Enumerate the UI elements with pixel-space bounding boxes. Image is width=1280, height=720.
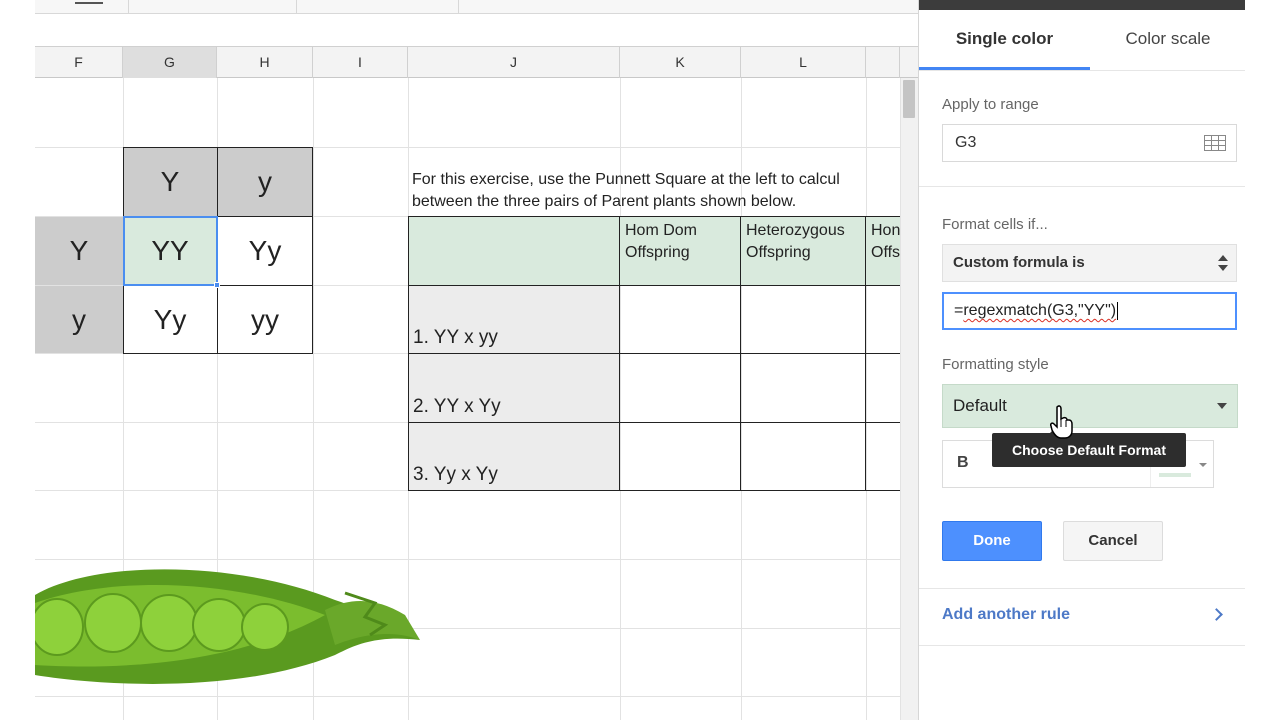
vertical-scrollbar[interactable]: [900, 78, 918, 720]
spreadsheet-grid[interactable]: F G H I J K L Y y Y y YY Yy Yy yy For th…: [35, 0, 918, 720]
punnett-cell[interactable]: yy: [217, 286, 313, 353]
fill-handle[interactable]: [214, 282, 220, 288]
border: [123, 147, 313, 148]
instructions-line-2: between the three pairs of Parent plants…: [412, 193, 797, 210]
dropdown-arrow-icon: [1217, 403, 1227, 409]
table-row-label[interactable]: 2. YY x Yy: [408, 354, 620, 422]
column-header-g[interactable]: G: [123, 47, 217, 78]
formula-text: regexmatch(G3,"YY"): [963, 302, 1117, 319]
scrollbar-thumb[interactable]: [903, 80, 915, 118]
divider: [919, 588, 1246, 589]
tab-color-scale[interactable]: Color scale: [1090, 10, 1246, 70]
bold-button[interactable]: B: [957, 454, 969, 472]
cell-selection-box: [123, 216, 218, 286]
toolbar-segment: [35, 0, 129, 13]
chevron-right-icon[interactable]: [1210, 608, 1223, 621]
done-button[interactable]: Done: [942, 521, 1042, 561]
table-header-hom-rec[interactable]: Hon Offs: [866, 217, 900, 285]
conditional-format-panel: Single color Color scale Apply to range …: [918, 0, 1246, 720]
table-row-label[interactable]: 1. YY x yy: [408, 286, 620, 353]
toolbar-segment: [129, 0, 297, 13]
add-another-rule-link[interactable]: Add another rule: [942, 606, 1070, 624]
table-header-hom-dom[interactable]: Hom Dom Offspring: [620, 217, 741, 285]
punnett-top-allele[interactable]: y: [217, 148, 313, 216]
table-header-heterozygous[interactable]: Heterozygous Offspring: [741, 217, 866, 285]
punnett-cell[interactable]: Yy: [217, 217, 313, 285]
updown-icon: [1218, 254, 1228, 272]
fill-color-swatch: [1159, 473, 1191, 477]
punnett-left-allele[interactable]: Y: [35, 217, 123, 285]
column-headers: F G H I J K L: [35, 46, 918, 78]
border: [312, 147, 313, 354]
table-corner-cell[interactable]: [408, 217, 620, 285]
border: [740, 216, 741, 491]
gridline: [866, 78, 867, 720]
punnett-left-allele[interactable]: y: [35, 286, 123, 353]
border: [408, 422, 900, 423]
border: [408, 216, 900, 217]
header-line: Offs: [871, 244, 900, 261]
column-header-i[interactable]: I: [313, 47, 408, 78]
range-value: G3: [955, 134, 977, 151]
exercise-instructions: For this exercise, use the Punnett Squar…: [412, 169, 840, 213]
column-header-m[interactable]: [866, 47, 900, 78]
header-line: Heterozygous: [746, 222, 845, 239]
dropdown-arrow-icon: [1199, 463, 1207, 467]
punnett-top-allele[interactable]: Y: [123, 148, 217, 216]
divider: [919, 645, 1246, 646]
window-margin: [1245, 0, 1280, 720]
header-line: Offspring: [625, 244, 690, 261]
formula-prefix: =: [954, 302, 964, 319]
punnett-cell[interactable]: Yy: [123, 286, 217, 353]
formatting-style-label: Formatting style: [942, 356, 1049, 373]
header-line: Hon: [871, 222, 900, 239]
panel-title-bar: [919, 0, 1246, 10]
column-header-h[interactable]: H: [217, 47, 313, 78]
table-row-label[interactable]: 3. Yy x Yy: [408, 423, 620, 490]
format-cells-if-label: Format cells if...: [942, 216, 1048, 233]
border: [619, 216, 620, 491]
border: [408, 216, 409, 491]
toolbar-segment: [297, 0, 459, 13]
pea-pod-image: [35, 569, 420, 684]
cancel-button[interactable]: Cancel: [1063, 521, 1163, 561]
tab-single-color[interactable]: Single color: [919, 10, 1090, 70]
gridline: [35, 696, 900, 697]
text-caret: [1117, 301, 1119, 320]
column-header-j[interactable]: J: [408, 47, 620, 78]
header-line: Hom Dom: [625, 222, 698, 239]
custom-formula-input[interactable]: =regexmatch(G3,"YY"): [942, 292, 1237, 330]
column-header-k[interactable]: K: [620, 47, 741, 78]
border: [408, 285, 900, 286]
tooltip: Choose Default Format: [992, 433, 1186, 467]
border: [408, 353, 900, 354]
style-value: Default: [953, 396, 1007, 415]
condition-select[interactable]: Custom formula is: [942, 244, 1237, 282]
column-header-l[interactable]: L: [741, 47, 866, 78]
formatting-style-select[interactable]: Default: [942, 384, 1238, 428]
grid-range-icon[interactable]: [1204, 135, 1226, 151]
hand-cursor-icon: [1050, 405, 1073, 439]
apply-to-range-label: Apply to range: [942, 96, 1039, 113]
column-header-f[interactable]: F: [35, 47, 123, 78]
border: [865, 216, 866, 491]
toolbar-strip: [35, 0, 918, 14]
divider: [919, 186, 1246, 187]
divider: [919, 70, 1246, 71]
border: [408, 490, 900, 491]
header-line: Offspring: [746, 244, 811, 261]
condition-value: Custom formula is: [953, 254, 1085, 271]
instructions-line-1: For this exercise, use the Punnett Squar…: [412, 171, 840, 188]
border: [123, 353, 313, 354]
range-input[interactable]: G3: [942, 124, 1237, 162]
